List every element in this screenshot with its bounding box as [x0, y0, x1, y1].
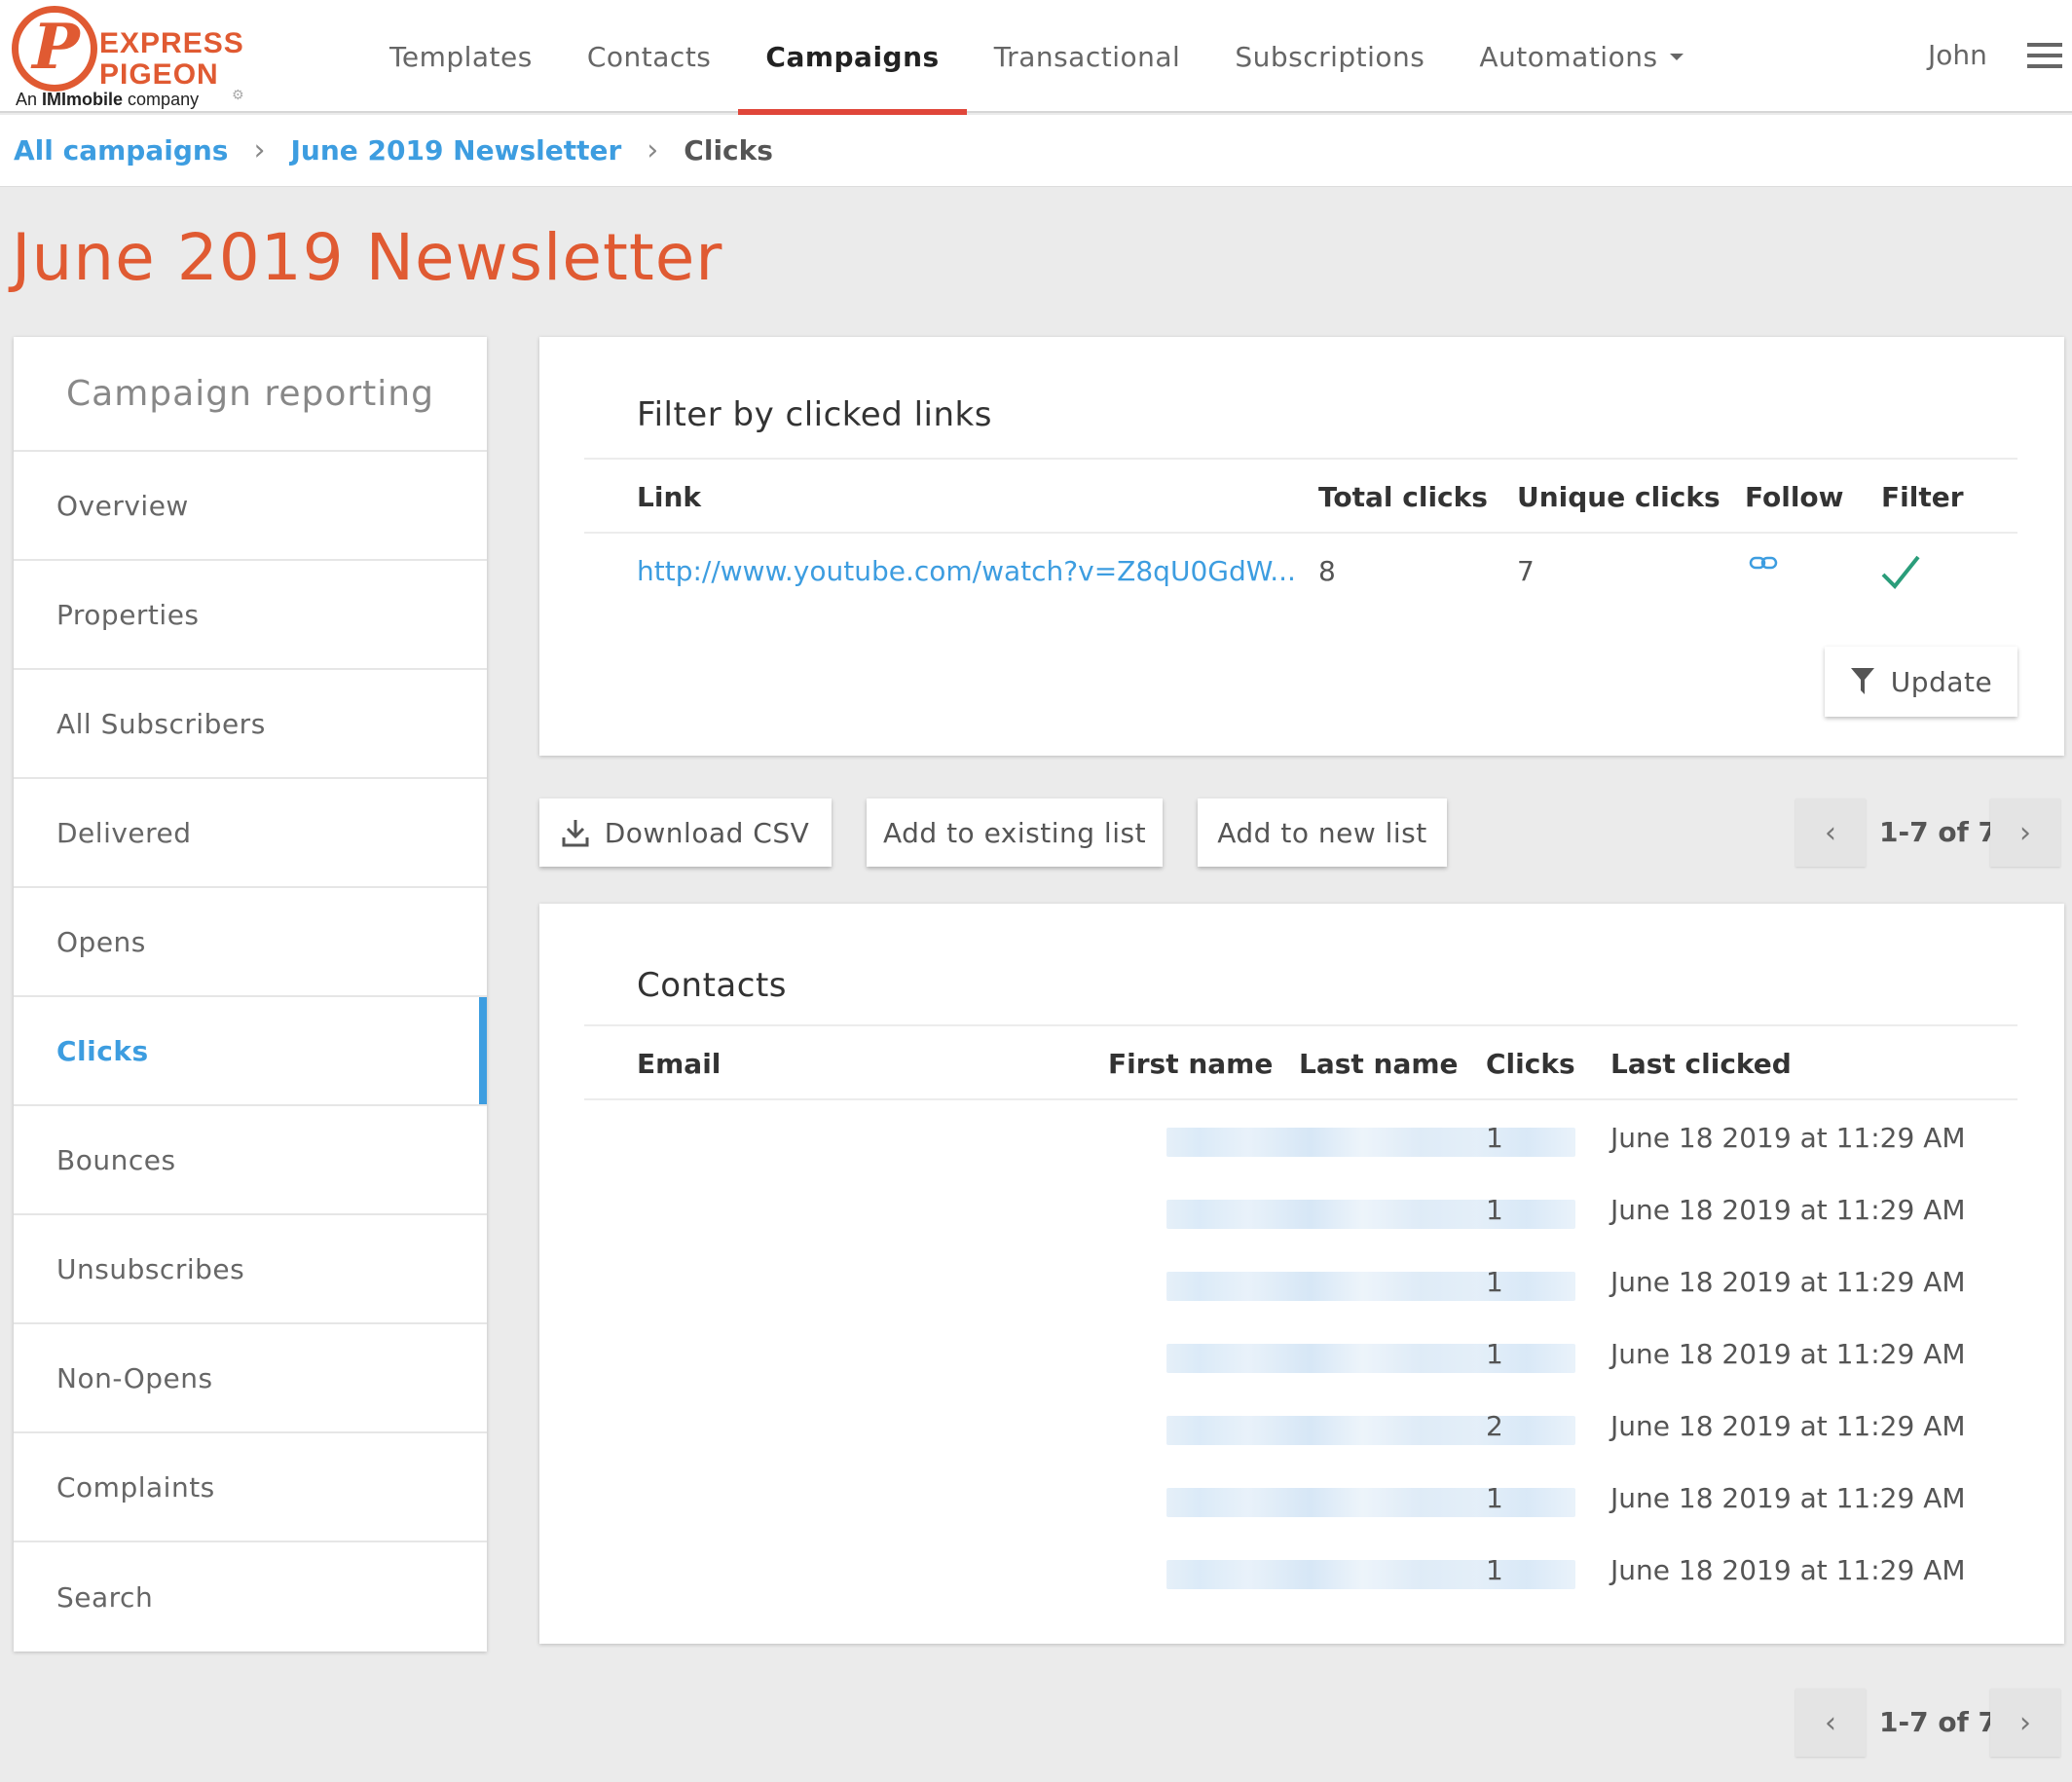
- clicks-value: 1: [1486, 1338, 1503, 1370]
- last-clicked-value: June 18 2019 at 11:29 AM: [1610, 1554, 1966, 1586]
- contacts-card-title: Contacts: [637, 966, 787, 1005]
- pager-status: 1-7 of 7: [1879, 816, 1997, 848]
- email-redacted[interactable]: [1166, 1416, 1575, 1445]
- chevron-left-icon[interactable]: ‹: [1795, 1689, 1866, 1757]
- column-header-follow: Follow: [1745, 481, 1844, 513]
- clicks-value: 1: [1486, 1122, 1503, 1154]
- last-clicked-value: June 18 2019 at 11:29 AM: [1610, 1194, 1966, 1226]
- add-to-new-list-button[interactable]: Add to new list: [1198, 798, 1447, 867]
- gear-icon: ⚙: [232, 88, 244, 103]
- sidebar-item-overview[interactable]: Overview: [14, 452, 487, 561]
- column-header-unique-clicks: Unique clicks: [1517, 481, 1720, 513]
- column-header-email: Email: [637, 1048, 722, 1080]
- chevron-right-icon[interactable]: ›: [1990, 1689, 2060, 1757]
- last-clicked-value: June 18 2019 at 11:29 AM: [1610, 1122, 1966, 1154]
- nav-transactional[interactable]: Transactional: [967, 0, 1208, 113]
- email-redacted[interactable]: [1166, 1488, 1575, 1517]
- clicks-value: 1: [1486, 1554, 1503, 1586]
- breadcrumb-all-campaigns[interactable]: All campaigns: [14, 134, 228, 167]
- sidebar-item-bounces[interactable]: Bounces: [14, 1106, 487, 1215]
- sidebar-item-opens[interactable]: Opens: [14, 888, 487, 997]
- checkmark-icon[interactable]: [1879, 553, 1922, 592]
- sidebar-item-properties[interactable]: Properties: [14, 561, 487, 670]
- top-navbar: P EXPRESS PIGEON An IMImobile company ⚙ …: [0, 0, 2072, 115]
- page-title: June 2019 Newsletter: [12, 220, 723, 295]
- email-redacted[interactable]: [1166, 1272, 1575, 1301]
- column-header-total-clicks: Total clicks: [1318, 481, 1488, 513]
- last-clicked-value: June 18 2019 at 11:29 AM: [1610, 1410, 1966, 1442]
- clicks-value: 1: [1486, 1482, 1503, 1514]
- divider: [584, 458, 2017, 460]
- link-url[interactable]: http://www.youtube.com/watch?v=Z8qU0GdW.…: [637, 555, 1296, 587]
- email-redacted[interactable]: [1166, 1200, 1575, 1229]
- add-to-existing-list-button[interactable]: Add to existing list: [867, 798, 1163, 867]
- filter-card-title: Filter by clicked links: [637, 395, 992, 434]
- filter-by-links-card: Filter by clicked links Link Total click…: [539, 337, 2064, 756]
- divider: [584, 1024, 2017, 1026]
- user-menu[interactable]: John: [1928, 39, 1987, 71]
- sidebar-item-clicks[interactable]: Clicks: [14, 997, 487, 1106]
- hamburger-menu-icon[interactable]: [2027, 43, 2062, 68]
- sidebar-item-search[interactable]: Search: [14, 1542, 487, 1652]
- logo-line-2: PIGEON: [99, 58, 219, 91]
- chevron-left-icon[interactable]: ‹: [1795, 798, 1866, 867]
- clicks-value: 1: [1486, 1266, 1503, 1298]
- breadcrumb-current: Clicks: [684, 134, 773, 167]
- campaign-reporting-sidebar: Campaign reporting Overview Properties A…: [14, 337, 487, 1652]
- clicks-value: 1: [1486, 1194, 1503, 1226]
- pager-status: 1-7 of 7: [1879, 1706, 1997, 1738]
- email-redacted[interactable]: [1166, 1560, 1575, 1589]
- pigeon-logo-icon: P: [12, 6, 97, 92]
- external-link-icon[interactable]: [1749, 553, 1778, 573]
- sidebar-item-delivered[interactable]: Delivered: [14, 779, 487, 888]
- column-header-first-name: First name: [1108, 1048, 1274, 1080]
- total-clicks-value: 8: [1318, 555, 1336, 587]
- nav-campaigns[interactable]: Campaigns: [738, 0, 967, 115]
- sidebar-item-unsubscribes[interactable]: Unsubscribes: [14, 1215, 487, 1324]
- nav-contacts[interactable]: Contacts: [560, 0, 739, 113]
- sidebar-item-all-subscribers[interactable]: All Subscribers: [14, 670, 487, 779]
- clicks-value: 2: [1486, 1410, 1503, 1442]
- logo-subtitle: An IMImobile company: [16, 90, 200, 109]
- nav-subscriptions[interactable]: Subscriptions: [1207, 0, 1452, 113]
- express-pigeon-logo[interactable]: P EXPRESS PIGEON An IMImobile company ⚙: [12, 6, 245, 111]
- download-icon: [562, 820, 589, 847]
- update-label: Update: [1890, 665, 1993, 698]
- chevron-right-icon: ›: [253, 133, 266, 167]
- unique-clicks-value: 7: [1517, 555, 1535, 587]
- nav-automations-label: Automations: [1479, 40, 1658, 73]
- update-button[interactable]: Update: [1825, 647, 2017, 717]
- contacts-card: Contacts Email First name Last name Clic…: [539, 904, 2064, 1644]
- column-header-last-clicked: Last clicked: [1610, 1048, 1792, 1080]
- column-header-link: Link: [637, 481, 701, 513]
- column-header-last-name: Last name: [1299, 1048, 1459, 1080]
- sidebar-title: Campaign reporting: [14, 337, 487, 452]
- breadcrumb: All campaigns › June 2019 Newsletter › C…: [0, 115, 2072, 187]
- divider: [584, 532, 2017, 534]
- column-header-filter: Filter: [1881, 481, 1964, 513]
- nav-templates[interactable]: Templates: [362, 0, 560, 113]
- chevron-right-icon[interactable]: ›: [1990, 798, 2060, 867]
- nav-automations[interactable]: Automations: [1452, 0, 1710, 113]
- filter-funnel-icon: [1850, 668, 1874, 694]
- last-clicked-value: June 18 2019 at 11:29 AM: [1610, 1266, 1966, 1298]
- download-csv-label: Download CSV: [604, 816, 810, 849]
- breadcrumb-campaign[interactable]: June 2019 Newsletter: [290, 134, 621, 167]
- caret-down-icon: [1669, 53, 1684, 60]
- chevron-right-icon: ›: [647, 133, 659, 167]
- sidebar-item-complaints[interactable]: Complaints: [14, 1433, 487, 1542]
- column-header-clicks: Clicks: [1486, 1048, 1575, 1080]
- main-nav: Templates Contacts Campaigns Transaction…: [362, 0, 1711, 115]
- email-redacted[interactable]: [1166, 1344, 1575, 1373]
- email-redacted[interactable]: [1166, 1128, 1575, 1157]
- last-clicked-value: June 18 2019 at 11:29 AM: [1610, 1338, 1966, 1370]
- sidebar-item-non-opens[interactable]: Non-Opens: [14, 1324, 487, 1433]
- logo-line-1: EXPRESS: [99, 27, 244, 59]
- divider: [584, 1098, 2017, 1100]
- last-clicked-value: June 18 2019 at 11:29 AM: [1610, 1482, 1966, 1514]
- download-csv-button[interactable]: Download CSV: [539, 798, 832, 867]
